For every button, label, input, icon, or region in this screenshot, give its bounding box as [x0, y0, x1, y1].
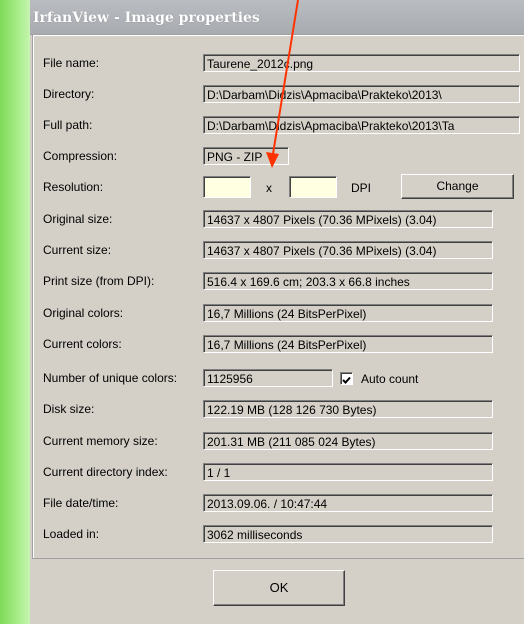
auto-count-label: Auto count [361, 372, 419, 386]
directory-label: Directory: [43, 87, 95, 101]
compression-field[interactable]: PNG - ZIP [203, 147, 289, 165]
original-colors-field[interactable]: 16,7 Millions (24 BitsPerPixel) [203, 304, 493, 322]
auto-count-checkbox[interactable] [340, 372, 353, 385]
disk-size-label: Disk size: [43, 402, 95, 416]
memory-size-label: Current memory size: [43, 434, 158, 448]
memory-size-field[interactable]: 201.31 MB (211 085 024 Bytes) [203, 432, 493, 450]
unique-colors-label: Number of unique colors: [43, 371, 178, 385]
side-strip [0, 0, 30, 624]
checkmark-icon [342, 376, 351, 384]
disk-size-field[interactable]: 122.19 MB (128 126 730 Bytes) [203, 400, 493, 418]
current-size-field[interactable]: 14637 x 4807 Pixels (70.36 MPixels) (3.0… [203, 241, 493, 259]
change-resolution-button[interactable]: Change [401, 174, 514, 199]
current-size-label: Current size: [43, 243, 112, 257]
resolution-separator: x [266, 181, 272, 195]
file-name-label: File name: [43, 56, 100, 70]
unique-colors-field[interactable]: 1125956 [203, 369, 333, 387]
resolution-x-input[interactable] [203, 176, 251, 198]
compression-label: Compression: [43, 149, 118, 163]
full-path-field[interactable]: D:\Darbam\Didzis\Apmaciba\Prakteko\2013\… [203, 116, 520, 134]
properties-panel: File name: Taurene_2012c.png Directory: … [32, 34, 524, 559]
file-datetime-label: File date/time: [43, 496, 119, 510]
current-colors-label: Current colors: [43, 337, 122, 351]
directory-index-label: Current directory index: [43, 465, 168, 479]
print-size-field[interactable]: 516.4 x 169.6 cm; 203.3 x 66.8 inches [203, 272, 493, 290]
original-size-field[interactable]: 14637 x 4807 Pixels (70.36 MPixels) (3.0… [203, 210, 493, 228]
file-name-field[interactable]: Taurene_2012c.png [203, 54, 520, 72]
ok-button[interactable]: OK [213, 570, 345, 606]
current-colors-field[interactable]: 16,7 Millions (24 BitsPerPixel) [203, 335, 493, 353]
original-size-label: Original size: [43, 212, 113, 226]
print-size-label: Print size (from DPI): [43, 274, 155, 288]
window-title: IrfanView - Image properties [33, 10, 260, 26]
file-datetime-field[interactable]: 2013.09.06. / 10:47:44 [203, 494, 493, 512]
dpi-unit-label: DPI [351, 181, 372, 195]
loaded-in-label: Loaded in: [43, 527, 100, 541]
directory-field[interactable]: D:\Darbam\Didzis\Apmaciba\Prakteko\2013\ [203, 85, 520, 103]
image-properties-dialog: IrfanView - Image properties File name: … [30, 0, 524, 624]
loaded-in-field[interactable]: 3062 milliseconds [203, 525, 493, 543]
directory-index-field[interactable]: 1 / 1 [203, 463, 493, 481]
resolution-label: Resolution: [43, 180, 104, 194]
full-path-label: Full path: [43, 118, 93, 132]
original-colors-label: Original colors: [43, 306, 124, 320]
title-bar: IrfanView - Image properties [30, 0, 524, 35]
resolution-y-input[interactable] [289, 176, 337, 198]
